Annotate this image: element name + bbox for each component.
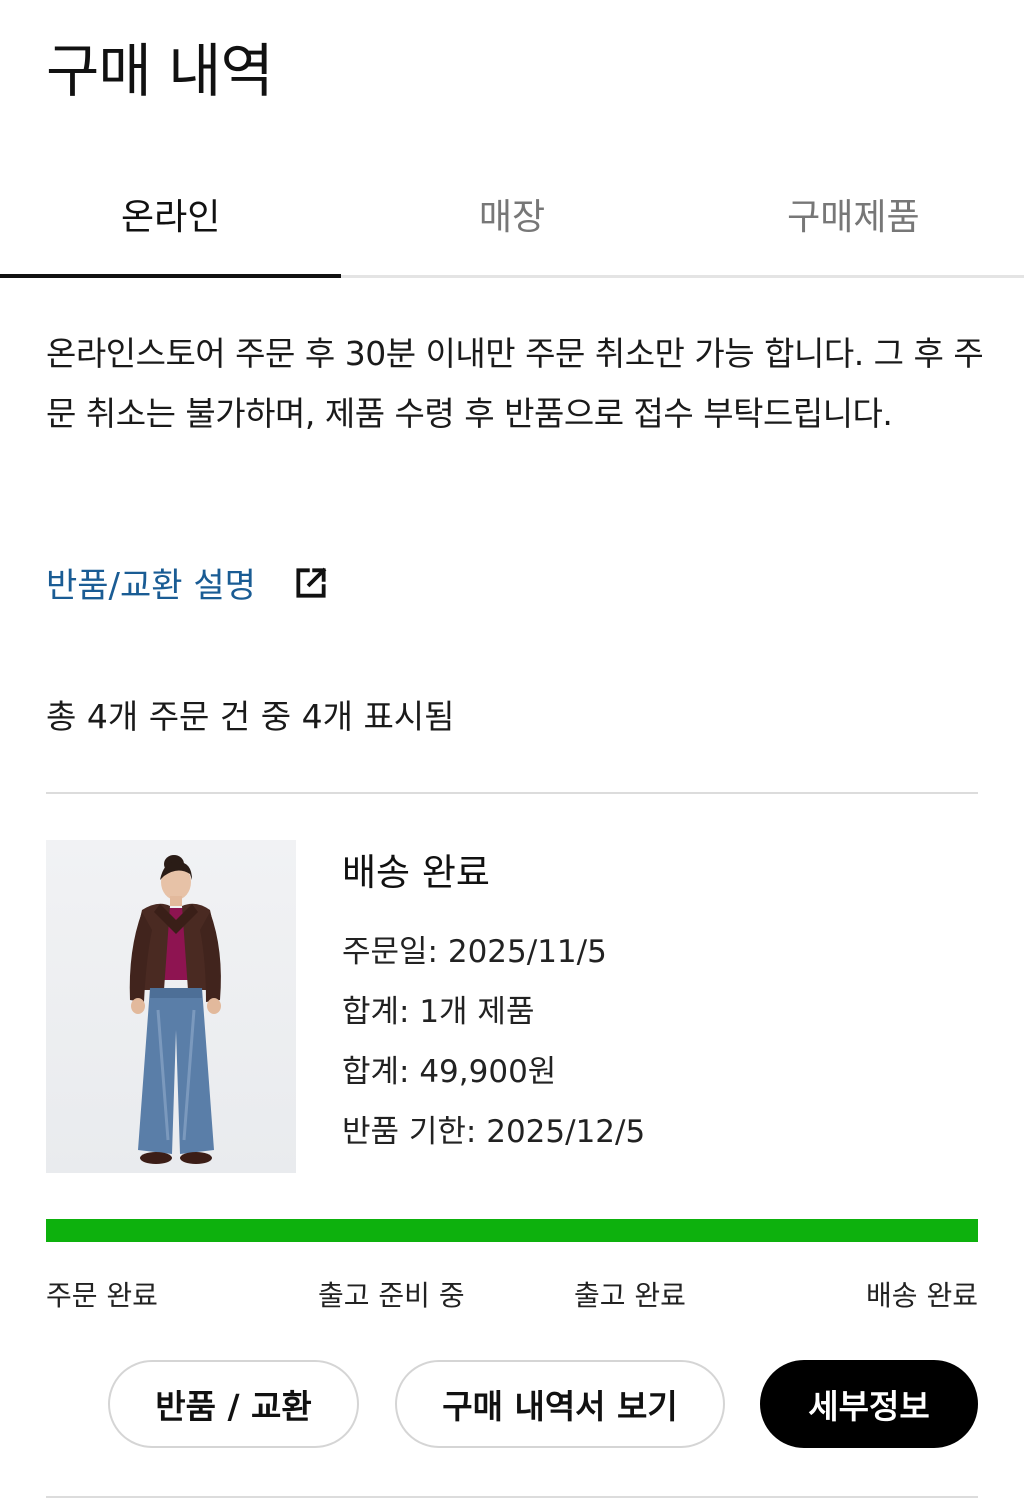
order-date: 주문일: 2025/11/5 — [342, 934, 607, 970]
order-total-price: 합계: 49,900원 — [342, 1054, 557, 1090]
return-exchange-button[interactable]: 반품 / 교환 — [108, 1360, 359, 1448]
product-photo-illustration — [129, 855, 221, 1164]
return-exchange-guide-link[interactable]: 반품/교환 설명 — [46, 558, 330, 607]
delivery-progress-bar — [46, 1219, 978, 1242]
details-button[interactable]: 세부정보 — [760, 1360, 978, 1448]
item-count: 합계: 1개 제품 — [342, 994, 535, 1030]
order-summary: 배송 완료 주문일: 2025/11/5 합계: 1개 제품 합계: 49,90… — [342, 842, 645, 1162]
product-image[interactable] — [46, 840, 296, 1173]
divider — [46, 792, 978, 794]
step-order-complete: 주문 완료 — [46, 1279, 158, 1312]
delivery-progress-fill — [46, 1219, 978, 1242]
step-delivered: 배송 완료 — [866, 1279, 978, 1312]
tab-purchased-products[interactable]: 구매제품 — [683, 170, 1024, 275]
return-link-label: 반품/교환 설명 — [46, 566, 256, 606]
view-receipt-button[interactable]: 구매 내역서 보기 — [395, 1360, 725, 1448]
external-link-icon — [296, 567, 327, 598]
tab-bar: 온라인 매장 구매제품 — [0, 170, 1024, 278]
step-shipped: 출고 완료 — [574, 1279, 686, 1312]
step-preparing-shipment: 출고 준비 중 — [318, 1279, 465, 1312]
order-count-text: 총 4개 주문 건 중 4개 표시됨 — [46, 697, 455, 736]
cancellation-notice: 온라인스토어 주문 후 30분 이내만 주문 취소만 가능 합니다. 그 후 주… — [46, 334, 984, 433]
tab-online[interactable]: 온라인 — [0, 170, 342, 278]
divider — [46, 1496, 978, 1498]
page-title: 구매 내역 — [46, 37, 274, 105]
return-deadline: 반품 기한: 2025/12/5 — [342, 1114, 646, 1150]
tab-store[interactable]: 매장 — [341, 170, 682, 275]
order-status: 배송 완료 — [342, 851, 490, 894]
